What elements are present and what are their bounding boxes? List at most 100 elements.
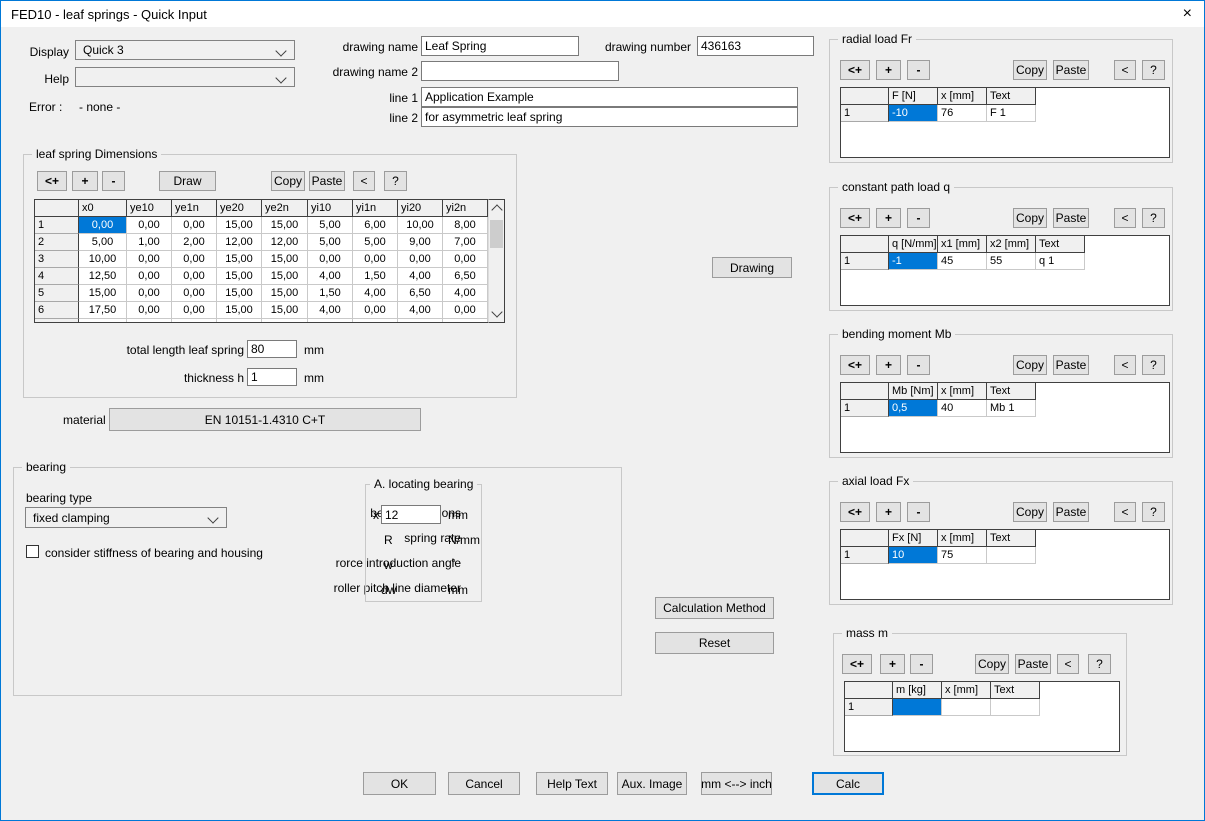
panel-prepend-button[interactable]: <+ xyxy=(840,208,870,228)
scrollbar-thumb[interactable] xyxy=(490,220,503,248)
dim-cell[interactable]: 0,00 xyxy=(172,285,217,302)
display-select[interactable]: Quick 3 xyxy=(75,40,295,60)
panel-remove-button[interactable]: - xyxy=(910,654,933,674)
dim-cell[interactable]: 4,00 xyxy=(398,268,443,285)
help-select[interactable] xyxy=(75,67,295,87)
dim-cell[interactable]: 6,00 xyxy=(353,217,398,234)
dim-cell[interactable]: 0,00 xyxy=(353,319,398,323)
dim-cell[interactable]: 1,00 xyxy=(127,234,172,251)
stiffness-checkbox[interactable] xyxy=(26,545,39,558)
dim-cell[interactable]: 0,00 xyxy=(398,319,443,323)
panel-help-button[interactable]: ? xyxy=(1142,355,1165,375)
scroll-down-icon[interactable] xyxy=(491,306,502,317)
bearing-type-select[interactable]: fixed clamping xyxy=(25,507,227,528)
cancel-button[interactable]: Cancel xyxy=(448,772,520,795)
dim-cell[interactable]: 5,00 xyxy=(79,234,127,251)
panel-cell[interactable]: q 1 xyxy=(1036,253,1085,270)
panel-cell[interactable]: 0,5 xyxy=(889,400,938,417)
draw-button[interactable]: Draw xyxy=(159,171,216,191)
panel-back-button[interactable]: < xyxy=(1114,208,1136,228)
dim-back-button[interactable]: < xyxy=(353,171,375,191)
dim-cell[interactable]: 5,00 xyxy=(353,234,398,251)
panel-add-button[interactable]: + xyxy=(876,502,901,522)
aux-image-button[interactable]: Aux. Image xyxy=(617,772,687,795)
panel-prepend-button[interactable]: <+ xyxy=(840,60,870,80)
panel-back-button[interactable]: < xyxy=(1114,502,1136,522)
dim-paste-button[interactable]: Paste xyxy=(309,171,345,191)
panel-help-button[interactable]: ? xyxy=(1142,60,1165,80)
panel-cell[interactable]: -10 xyxy=(889,105,938,122)
panel-back-button[interactable]: < xyxy=(1057,654,1079,674)
dim-cell[interactable]: 10,00 xyxy=(398,217,443,234)
dim-cell[interactable]: 0,00 xyxy=(127,217,172,234)
dim-cell[interactable]: 15,00 xyxy=(262,285,308,302)
dim-cell[interactable]: 4,00 xyxy=(398,302,443,319)
dim-cell[interactable]: 15,00 xyxy=(217,268,262,285)
dim-cell[interactable]: 0,00 xyxy=(127,251,172,268)
material-button[interactable]: EN 10151-1.4310 C+T xyxy=(109,408,421,431)
dim-cell[interactable]: 15,00 xyxy=(262,251,308,268)
mm-inch-button[interactable]: mm <--> inch xyxy=(701,772,772,795)
dim-cell[interactable]: 0,00 xyxy=(127,285,172,302)
dim-cell[interactable]: 15,00 xyxy=(79,285,127,302)
panel-remove-button[interactable]: - xyxy=(907,355,930,375)
panel-add-button[interactable]: + xyxy=(880,654,905,674)
dim-cell[interactable]: 2,00 xyxy=(172,234,217,251)
dim-cell[interactable]: 15,00 xyxy=(262,319,308,323)
panel-back-button[interactable]: < xyxy=(1114,60,1136,80)
panel-cell[interactable]: 40 xyxy=(938,400,987,417)
dim-cell[interactable]: 0,00 xyxy=(172,217,217,234)
dim-cell[interactable]: 0,00 xyxy=(172,302,217,319)
dim-cell[interactable]: 1,50 xyxy=(353,268,398,285)
dim-cell[interactable]: 0,00 xyxy=(127,319,172,323)
close-icon[interactable]: × xyxy=(1183,4,1192,24)
panel-prepend-button[interactable]: <+ xyxy=(840,355,870,375)
bearing-x-input[interactable] xyxy=(381,505,441,524)
panel-add-button[interactable]: + xyxy=(876,208,901,228)
drawing-button[interactable]: Drawing xyxy=(712,257,792,278)
panel-copy-button[interactable]: Copy xyxy=(1013,208,1047,228)
dim-cell[interactable]: 4,00 xyxy=(443,285,488,302)
dim-copy-button[interactable]: Copy xyxy=(271,171,305,191)
drawing-name2-input[interactable] xyxy=(421,61,619,81)
panel-copy-button[interactable]: Copy xyxy=(1013,502,1047,522)
panel-help-button[interactable]: ? xyxy=(1142,502,1165,522)
dimensions-table-scrollbar[interactable] xyxy=(488,199,505,323)
dim-cell[interactable]: 0,00 xyxy=(353,251,398,268)
dim-cell[interactable]: 0,00 xyxy=(172,268,217,285)
dim-cell[interactable]: 17,50 xyxy=(79,302,127,319)
panel-remove-button[interactable]: - xyxy=(907,208,930,228)
dim-cell[interactable]: 15,00 xyxy=(262,268,308,285)
panel-cell[interactable] xyxy=(991,699,1040,716)
help-text-button[interactable]: Help Text xyxy=(536,772,608,795)
calc-button[interactable]: Calc xyxy=(812,772,884,795)
reset-button[interactable]: Reset xyxy=(655,632,774,654)
scroll-up-icon[interactable] xyxy=(491,204,502,215)
drawing-number-input[interactable] xyxy=(697,36,814,56)
panel-remove-button[interactable]: - xyxy=(907,60,930,80)
panel-cell[interactable] xyxy=(942,699,991,716)
dim-remove-button[interactable]: - xyxy=(102,171,125,191)
panel-cell[interactable]: 55 xyxy=(987,253,1036,270)
panel-paste-button[interactable]: Paste xyxy=(1053,208,1089,228)
dim-cell[interactable]: 0,00 xyxy=(79,217,127,234)
dim-cell[interactable]: 15,00 xyxy=(217,251,262,268)
dim-cell[interactable]: 0,00 xyxy=(172,251,217,268)
dim-cell[interactable]: 15,00 xyxy=(217,302,262,319)
dim-cell[interactable]: 0,00 xyxy=(443,251,488,268)
panel-paste-button[interactable]: Paste xyxy=(1053,502,1089,522)
panel-add-button[interactable]: + xyxy=(876,60,901,80)
total-length-input[interactable] xyxy=(247,340,297,358)
dim-cell[interactable]: 0,00 xyxy=(398,251,443,268)
dim-cell[interactable]: 4,00 xyxy=(353,285,398,302)
panel-help-button[interactable]: ? xyxy=(1088,654,1111,674)
panel-prepend-button[interactable]: <+ xyxy=(840,502,870,522)
dim-cell[interactable]: 0,00 xyxy=(443,319,488,323)
panel-cell[interactable]: -1 xyxy=(889,253,938,270)
panel-back-button[interactable]: < xyxy=(1114,355,1136,375)
dim-help-button[interactable]: ? xyxy=(384,171,407,191)
panel-copy-button[interactable]: Copy xyxy=(1013,355,1047,375)
panel-paste-button[interactable]: Paste xyxy=(1053,355,1089,375)
panel-cell[interactable]: 76 xyxy=(938,105,987,122)
panel-cell[interactable] xyxy=(893,699,942,716)
